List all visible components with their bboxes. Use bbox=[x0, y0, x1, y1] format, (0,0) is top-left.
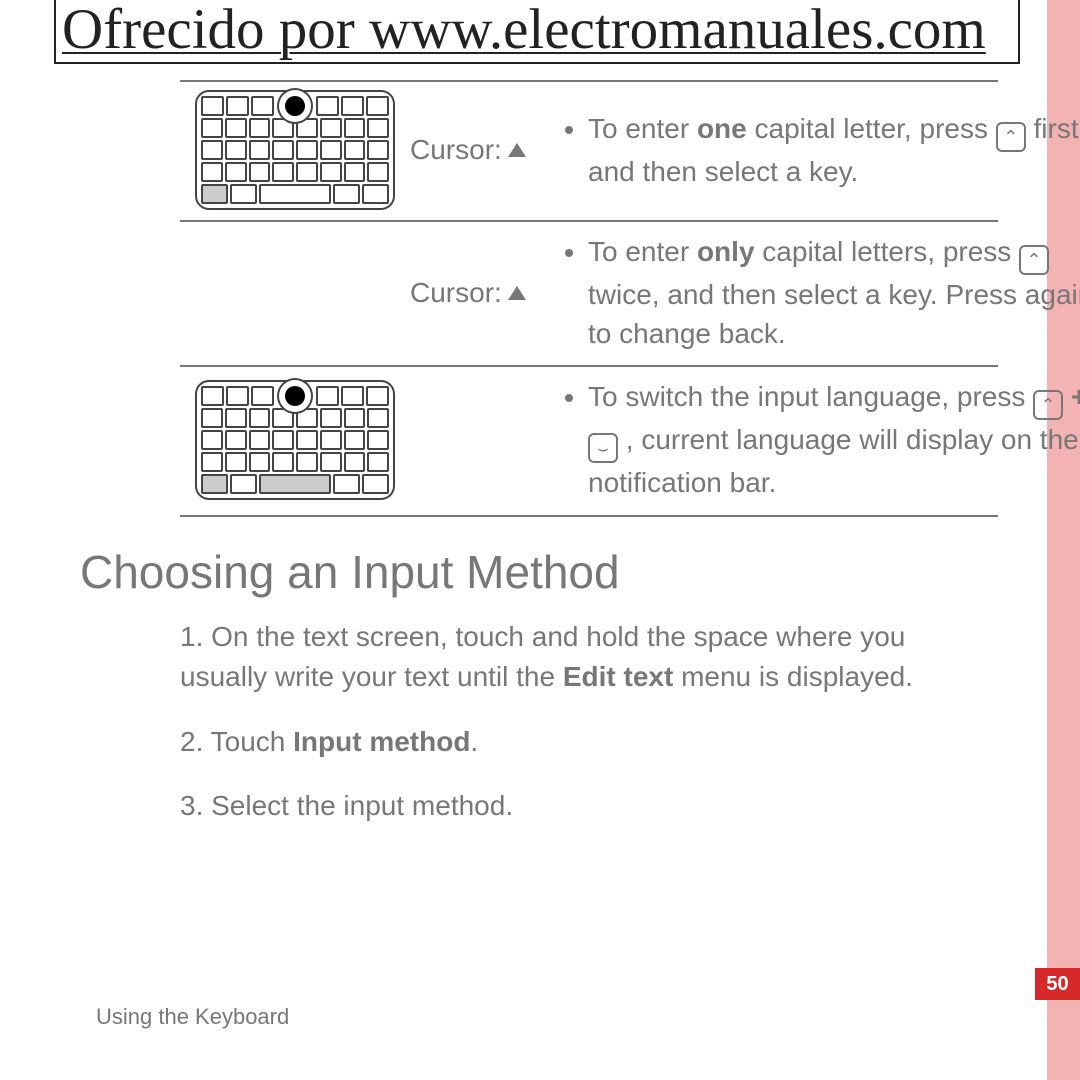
numbered-steps: 1. On the text screen, touch and hold th… bbox=[180, 617, 998, 827]
section-footer-title: Using the Keyboard bbox=[96, 1004, 289, 1030]
space-key-icon: ⌣ bbox=[588, 433, 618, 463]
step-1: 1. On the text screen, touch and hold th… bbox=[180, 617, 998, 698]
shift-key-icon: ⌃ bbox=[996, 122, 1026, 152]
instruction-text: To switch the input language, press ⌃ + … bbox=[560, 375, 1080, 504]
instruction-text: To enter only capital letters, press ⌃ t… bbox=[560, 230, 1080, 355]
step-3: 3. Select the input method. bbox=[180, 786, 998, 827]
shift-key-icon: ⌃ bbox=[1019, 245, 1049, 275]
step-2: 2. Touch Input method. bbox=[180, 722, 998, 763]
cursor-label: Cursor: bbox=[410, 134, 560, 166]
divider bbox=[180, 515, 998, 517]
page-content: Cursor: To enter one capital letter, pre… bbox=[80, 80, 1010, 851]
keyboard-diagram bbox=[180, 90, 410, 210]
table-row: Cursor: To enter one capital letter, pre… bbox=[180, 82, 1080, 220]
table-row: To switch the input language, press ⌃ + … bbox=[180, 367, 1080, 514]
cursor-label: Cursor: bbox=[410, 277, 560, 309]
watermark-banner: Ofrecido por www.electromanuales.com bbox=[54, 0, 1020, 64]
instruction-text: To enter one capital letter, press ⌃ fir… bbox=[560, 107, 1080, 193]
shift-key-icon: ⌃ bbox=[1033, 390, 1063, 420]
keyboard-diagram bbox=[180, 380, 410, 500]
heading-choosing-input-method: Choosing an Input Method bbox=[80, 545, 1010, 599]
page-number: 50 bbox=[1035, 968, 1080, 1000]
table-row: Cursor: To enter only capital letters, p… bbox=[180, 222, 1080, 365]
